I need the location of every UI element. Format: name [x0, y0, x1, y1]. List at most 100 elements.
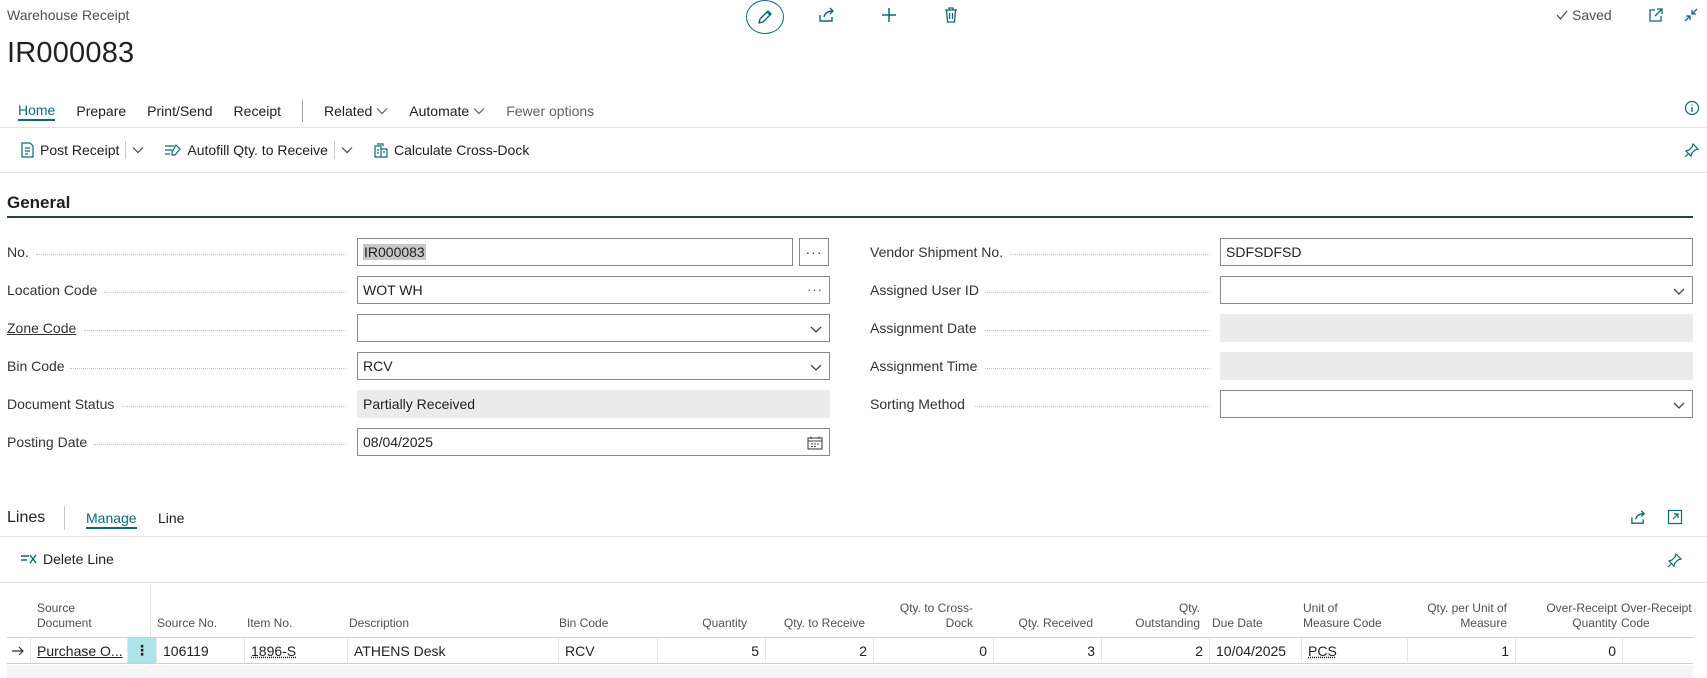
lines-section-title: Lines	[7, 509, 46, 526]
lines-tab-manage[interactable]: Manage	[86, 510, 137, 529]
chevron-down-icon	[376, 107, 388, 115]
column-header-qty-received[interactable]: Qty. Received	[993, 584, 1093, 634]
pin-icon[interactable]	[1665, 550, 1685, 570]
tab-home[interactable]: Home	[18, 102, 56, 121]
location-code-label: Location Code	[7, 282, 98, 298]
cell-qty-to-cross-dock[interactable]: 0	[874, 637, 994, 664]
post-receipt-button[interactable]: Post Receipt	[20, 142, 119, 158]
cell-quantity[interactable]: 5	[658, 637, 766, 664]
delete-line-icon	[20, 552, 37, 566]
tab-related[interactable]: Related	[324, 103, 388, 119]
tab-fewer-options[interactable]: Fewer options	[506, 103, 594, 119]
column-header-qty-to-receive[interactable]: Qty. to Receive	[765, 584, 865, 634]
vendor-shipment-no-field[interactable]: SDFSDFSD	[1220, 238, 1693, 266]
calculate-cross-dock-button[interactable]: Calculate Cross-Dock	[373, 142, 529, 158]
cell-qty-per-unit-of-measure[interactable]: 1	[1408, 637, 1516, 664]
cell-due-date[interactable]: 10/04/2025	[1210, 637, 1302, 664]
cell-qty-outstanding[interactable]: 2	[1102, 637, 1210, 664]
location-assist-dots[interactable]: ···	[807, 282, 823, 297]
column-header-unit-of-measure-code[interactable]: Unit of Measure Code	[1303, 584, 1403, 634]
column-header-over-receipt-code[interactable]: Over-Receipt Code	[1621, 584, 1701, 634]
tabs-divider-line	[0, 127, 1707, 128]
checkmark-icon	[1555, 8, 1569, 22]
share-icon[interactable]	[1628, 507, 1648, 527]
document-status-field: Partially Received	[357, 390, 830, 418]
general-section-rule	[7, 216, 1693, 218]
cell-description[interactable]: ATHENS Desk	[348, 637, 559, 664]
expand-icon[interactable]	[1665, 507, 1685, 527]
posting-date-field[interactable]: 08/04/2025	[357, 428, 830, 456]
collapse-icon[interactable]	[1680, 4, 1702, 26]
item-no-value: 1896-S	[251, 642, 297, 659]
no-assist-button[interactable]: ···	[799, 238, 829, 266]
delete-line-button[interactable]: Delete Line	[20, 551, 114, 567]
column-header-over-receipt-quantity[interactable]: Over-Receipt Quantity	[1517, 584, 1617, 634]
actionbar-divider-line	[0, 172, 1707, 173]
cell-over-receipt-quantity[interactable]: 0	[1516, 637, 1623, 664]
calendar-icon[interactable]	[807, 436, 823, 450]
cell-qty-received[interactable]: 3	[994, 637, 1102, 664]
general-section-title: General	[7, 193, 71, 212]
tab-receipt[interactable]: Receipt	[234, 103, 281, 119]
chevron-down-icon[interactable]	[341, 146, 353, 154]
leader-dots	[1010, 254, 1210, 255]
lines-tab-line[interactable]: Line	[158, 510, 184, 526]
column-header-quantity[interactable]: Quantity	[657, 584, 747, 634]
column-header-source-no[interactable]: Source No.	[157, 584, 237, 634]
bin-code-select[interactable]: RCV	[357, 352, 830, 380]
column-header-due-date[interactable]: Due Date	[1212, 584, 1292, 634]
zone-code-select[interactable]	[357, 314, 830, 342]
row-actions-menu-icon[interactable]: ⋮	[128, 637, 157, 664]
chevron-down-icon[interactable]	[132, 146, 144, 154]
no-value: IR000083	[363, 244, 426, 260]
autofill-qty-button[interactable]: Autofill Qty. to Receive	[164, 142, 328, 158]
cell-source-no[interactable]: 106119	[157, 637, 245, 664]
column-header-qty-outstanding[interactable]: Qty. Outstanding	[1101, 584, 1200, 634]
posting-date-value: 08/04/2025	[363, 434, 434, 450]
add-icon[interactable]	[878, 4, 900, 26]
lines-tabs-divider-line	[0, 536, 1707, 537]
info-icon[interactable]	[1682, 98, 1702, 118]
leader-dots	[84, 330, 346, 331]
tabs-divider	[302, 100, 304, 122]
cell-qty-to-receive[interactable]: 2	[766, 637, 874, 664]
no-label: No.	[7, 244, 29, 260]
bin-code-label: Bin Code	[7, 358, 65, 374]
page-caption: Warehouse Receipt	[7, 7, 130, 23]
split-divider	[333, 141, 335, 159]
column-header-description[interactable]: Description	[349, 584, 519, 634]
zone-code-label[interactable]: Zone Code	[7, 320, 76, 336]
column-header-qty-to-cross-dock[interactable]: Qty. to Cross- Dock	[873, 584, 973, 634]
cell-over-receipt-code[interactable]	[1623, 637, 1693, 664]
source-document-value: Purchase O...	[37, 642, 123, 659]
delete-trash-icon[interactable]	[940, 4, 962, 26]
assignment-time-field	[1220, 352, 1693, 380]
edit-pencil-icon[interactable]	[746, 0, 784, 34]
assigned-user-id-label: Assigned User ID	[870, 282, 979, 298]
cell-unit-of-measure-code[interactable]: PCS	[1302, 637, 1408, 664]
sorting-method-select[interactable]	[1220, 390, 1693, 418]
share-icon[interactable]	[816, 4, 838, 26]
chevron-down-icon	[809, 322, 823, 336]
cell-bin-code[interactable]: RCV	[559, 637, 658, 664]
pin-icon[interactable]	[1682, 140, 1702, 160]
column-header-bin-code[interactable]: Bin Code	[559, 584, 639, 634]
location-code-field[interactable]: WOT WH ···	[357, 276, 830, 304]
no-field[interactable]: IR000083	[357, 238, 793, 266]
assigned-user-id-select[interactable]	[1220, 276, 1693, 304]
tab-prepare[interactable]: Prepare	[76, 103, 126, 119]
column-header-qty-per-unit-of-measure[interactable]: Qty. per Unit of Measure	[1409, 584, 1507, 634]
column-header-source-document[interactable]: Source Document	[37, 584, 122, 634]
action-tabs: Home Prepare Print/Send Receipt Related …	[18, 100, 615, 122]
cell-source-document[interactable]: Purchase O...	[31, 637, 128, 664]
column-header-item-no[interactable]: Item No.	[247, 584, 337, 634]
leader-dots	[975, 406, 1210, 407]
chevron-down-icon	[809, 360, 823, 374]
row-selector-arrow-icon[interactable]	[7, 637, 31, 664]
tab-print-send[interactable]: Print/Send	[147, 103, 212, 119]
tab-automate[interactable]: Automate	[409, 103, 485, 119]
cell-item-no[interactable]: 1896-S	[245, 637, 348, 664]
chevron-down-icon	[1672, 398, 1686, 412]
open-new-window-icon[interactable]	[1645, 4, 1667, 26]
tab-automate-label: Automate	[409, 103, 470, 119]
